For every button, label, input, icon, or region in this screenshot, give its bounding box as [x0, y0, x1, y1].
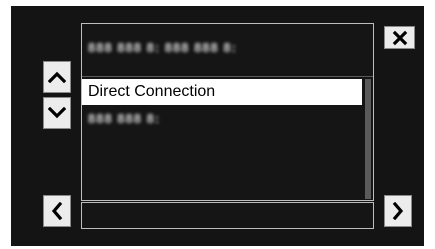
close-button[interactable] [384, 26, 415, 49]
scroll-down-button[interactable] [43, 97, 71, 129]
chevron-down-icon [48, 107, 66, 119]
chevron-right-icon [392, 202, 404, 220]
connection-list: Direct Connection 888 888 8: [82, 79, 362, 131]
obscured-address-text: 888 888 8: 888 888 8: [88, 39, 237, 55]
screen: 888 888 8: 888 888 8: Direct Connection … [0, 0, 435, 249]
list-header: 888 888 8: 888 888 8: [88, 39, 368, 55]
chevron-left-icon [51, 202, 63, 220]
list-item-obscured[interactable]: 888 888 8: [82, 105, 362, 131]
chevron-up-icon [48, 71, 66, 83]
bottom-status-bar [81, 202, 374, 229]
obscured-list-item-label: 888 888 8: [88, 110, 161, 126]
scroll-up-button[interactable] [43, 61, 71, 93]
list-scrollbar[interactable] [365, 79, 371, 199]
list-item-label: Direct Connection [88, 83, 216, 100]
list-item-direct-connection[interactable]: Direct Connection [82, 79, 362, 105]
back-button[interactable] [43, 195, 71, 227]
close-icon [392, 30, 407, 45]
next-button[interactable] [384, 195, 412, 227]
header-divider [82, 76, 373, 77]
